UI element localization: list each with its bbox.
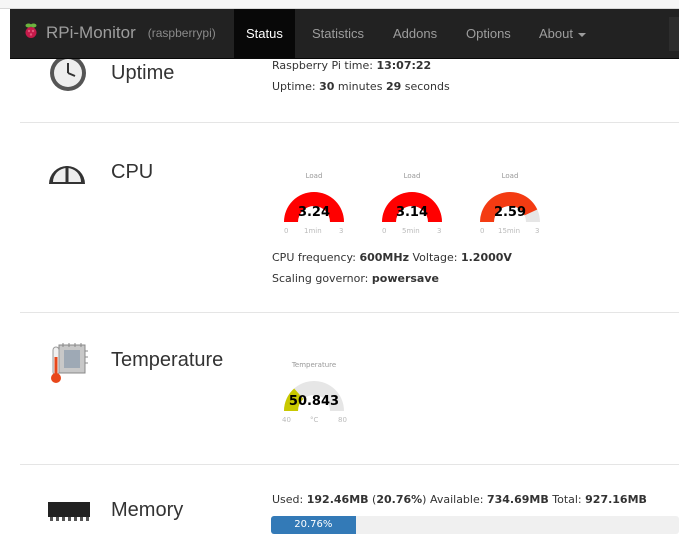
cpu-voltage-label: Voltage: [412,251,458,264]
pi-time: Raspberry Pi time: 13:07:22 [272,59,431,72]
gauge-min: 0 [480,227,485,235]
temperature-title: Temperature [111,349,224,371]
divider [20,312,679,313]
gauge-max: 80 [338,416,347,424]
divider [20,122,679,123]
cpu-load-5min-gauge: Load 3.14 0 5min 3 [372,172,452,242]
temperature-gauge: Temperature 50.843 40 °C 80 [274,361,354,431]
gauge-value: 3.24 [297,205,331,220]
memory-title: Memory [111,499,184,521]
cpu-governor-label: Scaling governor: [272,272,369,285]
cpu-governor-value: powersave [371,272,439,285]
window-top-edge [0,0,679,9]
speedometer-icon [45,152,89,192]
chevron-down-icon [577,32,586,37]
uptime-minutes-unit: minutes [337,80,383,93]
pi-time-label: Raspberry Pi time: [272,59,373,72]
memory-used-percent: 20.76% [376,493,423,506]
cpu-load-1min-gauge: Load 3.24 0 1min 3 [274,172,354,242]
uptime-seconds: 29 [385,80,402,93]
uptime-minutes: 30 [319,80,335,93]
memory-chip-icon [46,499,92,527]
cpu-load-15min-gauge: Load 2.59 0 15min 3 [470,172,550,242]
memory-total-value: 927.16MB [585,493,647,506]
cpu-frequency-value: 600MHz [359,251,409,264]
divider [20,464,679,465]
gauge-label: Temperature [291,361,337,369]
uptime-title: Uptime [111,62,175,84]
nav-addons[interactable]: Addons [381,9,449,59]
cpu-chip-thermometer-icon [49,341,89,389]
gauge-value: 2.59 [493,205,527,220]
memory-used-value: 192.46MB [306,493,369,506]
memory-progress: 20.76% [271,516,679,534]
cpu-title: CPU [111,161,154,183]
gauge-min: 0 [382,227,387,235]
nav-options[interactable]: Options [454,9,523,59]
memory-used-label: Used: [272,493,304,506]
navbar: RPi-Monitor (raspberrypi) Status Statist… [10,9,679,59]
nav-status[interactable]: Status [234,9,295,59]
memory-usage-line: Used: 192.46MB (20.76%) Available: 734.6… [272,493,647,506]
brand[interactable]: RPi-Monitor (raspberrypi) [24,23,216,43]
cpu-frequency-line: CPU frequency: 600MHz Voltage: 1.2000V [272,251,512,264]
pi-time-value: 13:07:22 [376,59,432,72]
memory-available-label: Available: [429,493,484,506]
raspberry-logo-icon [24,23,38,43]
uptime-label: Uptime: [272,80,316,93]
gauge-min: 0 [284,227,289,235]
gauge-max: 3 [535,227,540,235]
memory-total-label: Total: [552,493,582,506]
gauge-min: 40 [282,416,291,424]
brand-host: (raspberrypi) [147,26,216,40]
nav-statistics[interactable]: Statistics [300,9,376,59]
gauge-unit: 15min [498,227,521,235]
gauge-label: Load [501,172,519,180]
nav-about-label: About [539,26,573,41]
memory-available-value: 734.69MB [486,493,549,506]
gauge-unit: °C [310,416,319,424]
gauge-unit: 5min [402,227,420,235]
nav-about[interactable]: About [527,9,598,59]
cpu-frequency-label: CPU frequency: [272,251,356,264]
gauge-label: Load [305,172,323,180]
memory-progress-bar: 20.76% [271,516,356,534]
uptime-line: Uptime: 30 minutes 29 seconds [272,80,450,93]
gauge-max: 3 [339,227,344,235]
uptime-seconds-unit: seconds [404,80,450,93]
gauge-unit: 1min [304,227,322,235]
gauge-value: 3.14 [395,205,429,220]
cpu-governor-line: Scaling governor: powersave [272,272,439,285]
clock-icon [48,59,88,97]
status-content: Uptime Raspberry Pi time: 13:07:22 Uptim… [10,59,679,552]
navbar-right-edge [669,17,679,51]
gauge-value: 50.843 [288,394,340,409]
cpu-voltage-value: 1.2000V [460,251,512,264]
gauge-label: Load [403,172,421,180]
gauge-max: 3 [437,227,442,235]
brand-title: RPi-Monitor [46,23,136,42]
